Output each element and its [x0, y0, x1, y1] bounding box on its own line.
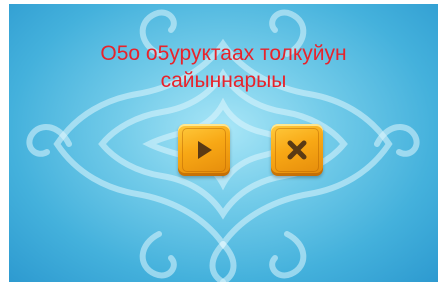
play-button[interactable] [178, 124, 230, 176]
game-title-line-1: О5о о5уруктаах толкуйун [100, 42, 347, 65]
close-icon [287, 140, 307, 160]
game-title-line-2: сайыннарыы [160, 69, 287, 92]
play-icon [198, 141, 212, 159]
game-title: О5о о5уруктаах толкуйун сайыннарыы [49, 40, 398, 94]
close-button[interactable] [271, 124, 323, 176]
game-screen: О5о о5уруктаах толкуйун сайыннарыы [9, 4, 438, 282]
game-frame: О5о о5уруктаах толкуйун сайыннарыы [0, 0, 446, 286]
